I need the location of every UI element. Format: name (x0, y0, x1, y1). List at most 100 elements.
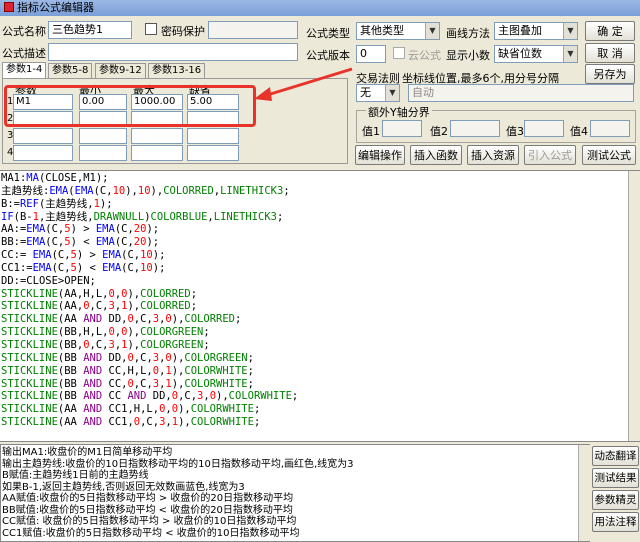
tab-params-5-8[interactable]: 参数5-8 (48, 63, 93, 78)
usage-notes-button[interactable]: 用法注释 (592, 512, 639, 532)
highlight-box (4, 85, 256, 127)
code-token: (C, (51, 261, 71, 274)
code-token: ; (247, 364, 254, 377)
y-value-1-label: 值1 (362, 125, 380, 138)
test-result-button[interactable]: 测试结果 (592, 468, 639, 488)
y-value-4-input[interactable] (590, 120, 630, 137)
decimals-select[interactable]: 缺省位数 ▼ (494, 45, 578, 63)
code-token: STICKLINE (1, 377, 58, 390)
code-line: MA1:MA(CLOSE,M1); (1, 172, 640, 185)
code-token: STICKLINE (1, 416, 58, 429)
code-token: EMA (26, 223, 46, 236)
ok-button[interactable]: 确 定 (585, 21, 635, 41)
code-token: ), (150, 184, 164, 197)
formula-desc-input[interactable] (48, 43, 298, 61)
param-wizard-button[interactable]: 参数精灵 (592, 490, 639, 510)
password-checkbox[interactable] (145, 23, 157, 35)
param-default-input[interactable] (187, 128, 239, 144)
formula-type-select[interactable]: 其他类型 ▼ (356, 22, 440, 40)
tab-params-9-12[interactable]: 参数9-12 (95, 63, 146, 78)
import-formula-button[interactable]: 引入公式 (524, 145, 576, 165)
y-value-3-label: 值3 (506, 125, 524, 138)
code-scrollbar[interactable] (628, 171, 640, 441)
code-token: ; (203, 338, 210, 351)
tab-params-13-16[interactable]: 参数13-16 (148, 63, 206, 78)
code-token: STICKLINE (1, 351, 58, 364)
code-token: ), (127, 287, 141, 300)
draw-method-select[interactable]: 主图叠加 ▼ (494, 22, 578, 40)
code-token: CC, (102, 377, 128, 390)
code-token: EMA (102, 249, 122, 262)
dynamic-translate-button[interactable]: 动态翻译 (592, 446, 639, 466)
param-name-input[interactable] (13, 145, 73, 161)
code-token: ), (127, 326, 141, 339)
code-token: (CLOSE,M1); (38, 172, 109, 184)
code-line: AA:=EMA(C,5) > EMA(C,20); (1, 223, 640, 236)
formula-version-input[interactable]: 0 (356, 45, 386, 63)
y-value-1-input[interactable] (382, 120, 422, 137)
translation-line: 如果B-1,返回主趋势线,否则返回无效数画蓝色,线宽为3 (2, 481, 245, 493)
code-line: STICKLINE(BB AND CC,H,L,0,1),COLORWHITE; (1, 365, 640, 378)
chevron-down-icon: ▼ (425, 23, 439, 39)
code-token: ), (171, 364, 185, 377)
code-token: ) > (70, 223, 96, 236)
param-min-input[interactable] (79, 128, 127, 144)
code-token: COLORRED (140, 287, 191, 300)
code-token: ; (190, 300, 198, 313)
code-token: IF (1, 210, 14, 223)
edit-operation-button[interactable]: 编辑操作 (355, 145, 405, 165)
code-token: DD, (146, 390, 172, 403)
code-token: ), (171, 377, 185, 390)
chevron-down-icon: ▼ (563, 46, 577, 62)
code-token: ; (234, 313, 242, 326)
code-token: STICKLINE (1, 403, 58, 416)
cancel-button[interactable]: 取 消 (585, 43, 635, 63)
code-token: ,主趋势线, (38, 210, 94, 223)
param-min-input[interactable] (79, 145, 127, 161)
code-token: AND (83, 313, 103, 326)
code-token: STICKLINE (1, 338, 58, 351)
formula-code-editor[interactable]: MA1:MA(CLOSE,M1); 主趋势线:EMA(EMA(C,10),10),… (0, 170, 640, 442)
param-default-input[interactable] (187, 145, 239, 161)
tab-params-1-4[interactable]: 参数1-4 (2, 62, 47, 78)
code-token: EMA (32, 249, 52, 262)
cloud-formula-checkbox[interactable] (393, 47, 405, 59)
test-formula-button[interactable]: 测试公式 (582, 145, 636, 165)
translation-line: CC赋值: 收盘价的5日指数移动平均 > 收盘价的10日指数移动平均 (2, 516, 297, 527)
code-token: ), (125, 184, 138, 197)
coord-line-input[interactable]: 自动 (408, 84, 634, 102)
save-as-button[interactable]: 另存为 (585, 64, 635, 84)
password-input[interactable] (208, 21, 298, 39)
y-axis-title: 额外Y轴分界 (366, 104, 432, 120)
code-token: 20 (133, 223, 147, 236)
param-name-input[interactable] (13, 128, 73, 144)
code-token: COLORWHITE (184, 377, 248, 390)
param-max-input[interactable] (131, 128, 183, 144)
window-title: 指标公式编辑器 (17, 1, 94, 14)
chevron-down-icon: ▼ (563, 23, 577, 39)
trade-rule-select[interactable]: 无 ▼ (356, 84, 400, 102)
code-token: STICKLINE (1, 390, 58, 403)
draw-method-label: 画线方法 (446, 27, 490, 40)
code-token: ,C, (133, 351, 153, 364)
code-token: CC1, (102, 416, 134, 429)
insert-resource-button[interactable]: 插入资源 (467, 145, 519, 165)
red-arrow-icon (254, 67, 353, 101)
y-value-2-input[interactable] (450, 120, 500, 137)
app-icon (4, 2, 14, 12)
code-line: STICKLINE(AA AND CC1,H,L,0,0),COLORWHITE… (1, 403, 640, 416)
code-token: ,C, (178, 390, 198, 403)
output-scrollbar[interactable] (578, 445, 590, 541)
code-line: STICKLINE(BB AND CC AND DD,0,C,3,0),COLO… (1, 390, 640, 403)
y-value-3-input[interactable] (524, 120, 564, 137)
param-max-input[interactable] (131, 145, 183, 161)
code-token: EMA (95, 223, 115, 236)
code-token: EMA (95, 236, 115, 249)
formula-name-input[interactable]: 三色趋势1 (48, 21, 132, 39)
code-token: 20 (133, 236, 147, 249)
code-token: ; (89, 274, 96, 287)
code-token: (AA (57, 416, 84, 429)
y-value-4-label: 值4 (570, 125, 588, 138)
formula-name-label: 公式名称 (2, 25, 46, 38)
insert-function-button[interactable]: 插入函数 (410, 145, 462, 165)
